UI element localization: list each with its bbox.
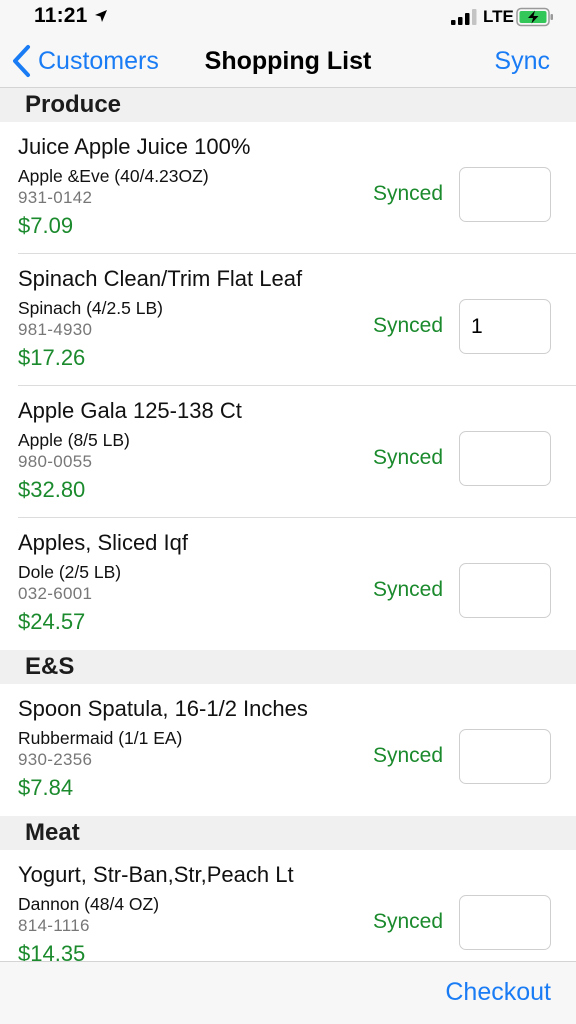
item-sku: 032-6001 [18, 584, 93, 603]
back-button[interactable]: Customers [10, 34, 159, 88]
item-brand: Rubbermaid (1/1 EA) [18, 728, 183, 748]
sync-status: Synced [373, 910, 444, 933]
item-brand: Dannon (48/4 OZ) [18, 894, 160, 914]
status-time: 11:21 [34, 4, 88, 27]
back-label: Customers [38, 46, 159, 75]
item-name: Yogurt, Str-Ban,Str,Peach Lt [18, 862, 294, 887]
bottom-toolbar: Checkout [0, 961, 576, 1024]
quantity-field[interactable] [459, 895, 551, 950]
item-sku: 930-2356 [18, 750, 93, 769]
section-header-es: E&S [0, 650, 576, 684]
item-brand: Dole (2/5 LB) [18, 562, 122, 582]
item-name: Spoon Spatula, 16-1/2 Inches [18, 696, 308, 721]
item-price: $14.35 [18, 941, 86, 961]
item-name: Juice Apple Juice 100% [18, 134, 251, 159]
quantity-field[interactable] [459, 729, 551, 784]
status-bar: 11:21 LTE [0, 0, 576, 34]
sync-status: Synced [373, 446, 444, 469]
quantity-field[interactable] [459, 431, 551, 486]
checkout-button[interactable]: Checkout [445, 978, 551, 1007]
sync-status: Synced [373, 182, 444, 205]
battery-charging-icon [516, 7, 553, 27]
item-price: $24.57 [18, 609, 86, 634]
item-sku: 981-4930 [18, 320, 93, 339]
list-item[interactable]: Apple Gala 125-138 Ct Apple (8/5 LB) 980… [0, 386, 576, 518]
sync-status: Synced [373, 744, 444, 767]
section-header-produce: Produce [0, 88, 576, 122]
cellular-signal-icon [451, 9, 477, 25]
quantity-field[interactable] [459, 299, 551, 354]
item-price: $7.84 [18, 775, 74, 800]
item-brand: Apple (8/5 LB) [18, 430, 130, 450]
chevron-left-icon [13, 45, 30, 77]
item-price: $32.80 [18, 477, 86, 502]
list-item[interactable]: Spinach Clean/Trim Flat Leaf Spinach (4/… [0, 254, 576, 386]
item-price: $7.09 [18, 213, 74, 238]
list-item[interactable]: Yogurt, Str-Ban,Str,Peach Lt Dannon (48/… [0, 850, 576, 961]
item-price: $17.26 [18, 345, 86, 370]
item-name: Spinach Clean/Trim Flat Leaf [18, 266, 303, 291]
shopping-list[interactable]: Produce Juice Apple Juice 100% Apple &Ev… [0, 88, 576, 961]
location-arrow-icon [95, 10, 107, 22]
network-label: LTE [483, 7, 514, 26]
item-sku: 814-1116 [18, 916, 90, 935]
item-sku: 931-0142 [18, 188, 93, 207]
item-name: Apple Gala 125-138 Ct [18, 398, 242, 423]
sync-button[interactable]: Sync [494, 34, 550, 88]
section-header-meat: Meat [0, 816, 576, 850]
list-item[interactable]: Spoon Spatula, 16-1/2 Inches Rubbermaid … [0, 684, 576, 816]
navigation-bar: Customers Shopping List Sync [0, 34, 576, 88]
list-item[interactable]: Juice Apple Juice 100% Apple &Eve (40/4.… [0, 122, 576, 254]
quantity-field[interactable] [459, 167, 551, 222]
item-brand: Spinach (4/2.5 LB) [18, 298, 163, 318]
item-brand: Apple &Eve (40/4.23OZ) [18, 166, 209, 186]
list-item[interactable]: Apples, Sliced Iqf Dole (2/5 LB) 032-600… [0, 518, 576, 650]
sync-status: Synced [373, 578, 444, 601]
item-sku: 980-0055 [18, 452, 93, 471]
item-name: Apples, Sliced Iqf [18, 530, 188, 555]
quantity-field[interactable] [459, 563, 551, 618]
sync-status: Synced [373, 314, 444, 337]
